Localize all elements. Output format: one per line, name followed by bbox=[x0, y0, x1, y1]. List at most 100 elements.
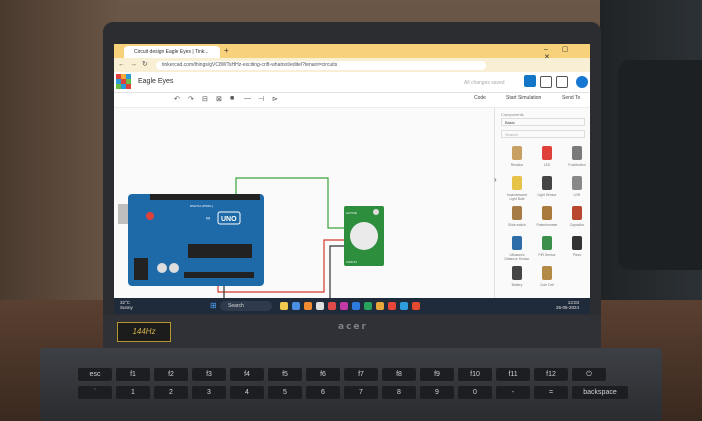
atmega-chip bbox=[188, 244, 252, 258]
window-controls[interactable]: – ▢ ✕ bbox=[544, 45, 588, 61]
keyboard-key: f10 bbox=[458, 368, 492, 381]
taskbar-app-icon[interactable] bbox=[328, 302, 336, 310]
toolbar-icon[interactable]: ⊣ bbox=[258, 95, 264, 103]
component-item[interactable] bbox=[505, 144, 529, 172]
chair-backrest bbox=[618, 60, 702, 270]
component-label: Piezo bbox=[572, 253, 582, 257]
workplane-canvas[interactable]: ∞ UNO DIGITAL (PWM~) ACTIVE LOW IN bbox=[114, 108, 494, 301]
components-search-input[interactable]: Search bbox=[501, 130, 585, 138]
code-button[interactable]: Code bbox=[474, 95, 486, 101]
component-label: Resistor bbox=[510, 163, 524, 167]
component-icon bbox=[512, 176, 522, 190]
schematic-view-button[interactable] bbox=[540, 76, 552, 88]
keyboard-key: 3 bbox=[192, 386, 226, 399]
component-item[interactable] bbox=[505, 264, 529, 292]
browser-tab-active[interactable]: Circuit design Eagle Eyes | Tink... bbox=[124, 46, 220, 58]
avatar[interactable] bbox=[576, 76, 588, 88]
component-label: Slide switch bbox=[508, 223, 526, 227]
toolbar-icon[interactable]: ↷ bbox=[188, 95, 194, 103]
project-title[interactable]: Eagle Eyes bbox=[138, 78, 173, 85]
keyboard-key: f8 bbox=[382, 368, 416, 381]
circuit-view-button[interactable] bbox=[524, 75, 536, 87]
laptop-brand-logo: acer bbox=[338, 322, 368, 332]
component-icon bbox=[572, 206, 582, 220]
pir-potentiometer bbox=[373, 209, 379, 215]
component-item[interactable] bbox=[565, 234, 589, 262]
keyboard-key: 1 bbox=[116, 386, 150, 399]
taskbar-search[interactable]: Search bbox=[220, 301, 272, 311]
taskbar-app-icon[interactable] bbox=[412, 302, 420, 310]
keyboard: esc f1 f2 f3 f4 f5 f6 f7 f8 f9 f10 f11 f12 ⏻ ` 1 2 3 4 5 6 7 8… bbox=[78, 368, 638, 421]
component-item[interactable] bbox=[565, 144, 589, 172]
tinkercad-header bbox=[114, 72, 590, 93]
component-label: Capacitor bbox=[569, 223, 585, 227]
component-icon bbox=[542, 236, 552, 250]
toolbar-icon[interactable]: ⊠ bbox=[216, 95, 222, 103]
taskbar-app-icon[interactable] bbox=[376, 302, 384, 310]
taskbar-app-icon[interactable] bbox=[316, 302, 324, 310]
component-item[interactable] bbox=[505, 204, 529, 232]
taskbar-app-icon[interactable] bbox=[364, 302, 372, 310]
analog-header bbox=[184, 272, 254, 278]
taskbar-app-icon[interactable] bbox=[388, 302, 396, 310]
back-button[interactable]: ← bbox=[118, 60, 126, 70]
component-item[interactable] bbox=[535, 234, 559, 262]
keyboard-key: - bbox=[496, 386, 530, 399]
forward-button[interactable]: → bbox=[130, 60, 138, 70]
components-select[interactable]: Basic bbox=[501, 118, 585, 126]
component-icon bbox=[542, 146, 552, 160]
reset-button bbox=[146, 212, 154, 220]
keyboard-key: = bbox=[534, 386, 568, 399]
arduino-logo: ∞ bbox=[206, 216, 210, 222]
keyboard-key: 0 bbox=[458, 386, 492, 399]
component-icon bbox=[572, 236, 582, 250]
toolbar-icon[interactable]: ↶ bbox=[174, 95, 180, 103]
keyboard-key: f6 bbox=[306, 368, 340, 381]
reload-button[interactable]: ↻ bbox=[142, 60, 150, 70]
toolbar-icon[interactable]: ⊳ bbox=[272, 95, 278, 103]
toolbar-icon[interactable]: ■ bbox=[230, 95, 234, 102]
component-icon bbox=[542, 266, 552, 280]
component-item[interactable] bbox=[565, 174, 589, 202]
taskbar-app-icon[interactable] bbox=[400, 302, 408, 310]
keyboard-key: 5 bbox=[268, 386, 302, 399]
component-label: Ultrasonic Distance Sensor bbox=[504, 253, 530, 261]
taskbar-app-icon[interactable] bbox=[292, 302, 300, 310]
keyboard-key: 9 bbox=[420, 386, 454, 399]
keyboard-key: f3 bbox=[192, 368, 226, 381]
keyboard-key: ` bbox=[78, 386, 112, 399]
system-clock[interactable]: 13:03 26-05-2024 bbox=[556, 300, 579, 310]
tinkercad-logo[interactable] bbox=[116, 74, 132, 90]
component-icon bbox=[512, 266, 522, 280]
url-input[interactable]: tinkercad.com/things/gVC8WTsHHz-exciting… bbox=[156, 61, 486, 70]
keyboard-key: 7 bbox=[344, 386, 378, 399]
component-item[interactable] bbox=[565, 204, 589, 232]
windows-start-icon[interactable]: ⊞ bbox=[210, 302, 218, 310]
component-icon bbox=[542, 176, 552, 190]
component-icon bbox=[542, 206, 552, 220]
pir-label-bottom: LOW IN bbox=[346, 260, 357, 264]
panel-collapse-icon[interactable]: › bbox=[494, 174, 502, 186]
toolbar-icon[interactable]: ⊟ bbox=[202, 95, 208, 103]
taskbar-app-icon[interactable] bbox=[280, 302, 288, 310]
capacitor-1 bbox=[157, 263, 167, 273]
weather-widget[interactable]: 32°C Sunny bbox=[120, 300, 133, 310]
keyboard-key: f11 bbox=[496, 368, 530, 381]
taskbar-app-icon[interactable] bbox=[304, 302, 312, 310]
component-item[interactable] bbox=[535, 144, 559, 172]
new-tab-button[interactable]: + bbox=[224, 46, 234, 56]
components-panel: Components Basic Search Resistor LED Pushb… bbox=[494, 108, 590, 298]
start-simulation-button[interactable]: Start Simulation bbox=[506, 95, 541, 101]
taskbar-app-icon[interactable] bbox=[352, 302, 360, 310]
pir-dome bbox=[350, 222, 378, 250]
component-item[interactable] bbox=[535, 174, 559, 202]
list-view-button[interactable] bbox=[556, 76, 568, 88]
toolbar-icon[interactable]: — bbox=[244, 95, 251, 102]
component-item[interactable] bbox=[535, 264, 559, 292]
keyboard-key: backspace bbox=[572, 386, 628, 399]
saved-status: All changes saved bbox=[464, 80, 505, 86]
keyboard-key: 4 bbox=[230, 386, 264, 399]
send-to-button[interactable]: Send To bbox=[562, 95, 580, 101]
taskbar-app-icon[interactable] bbox=[340, 302, 348, 310]
component-item[interactable] bbox=[535, 204, 559, 232]
